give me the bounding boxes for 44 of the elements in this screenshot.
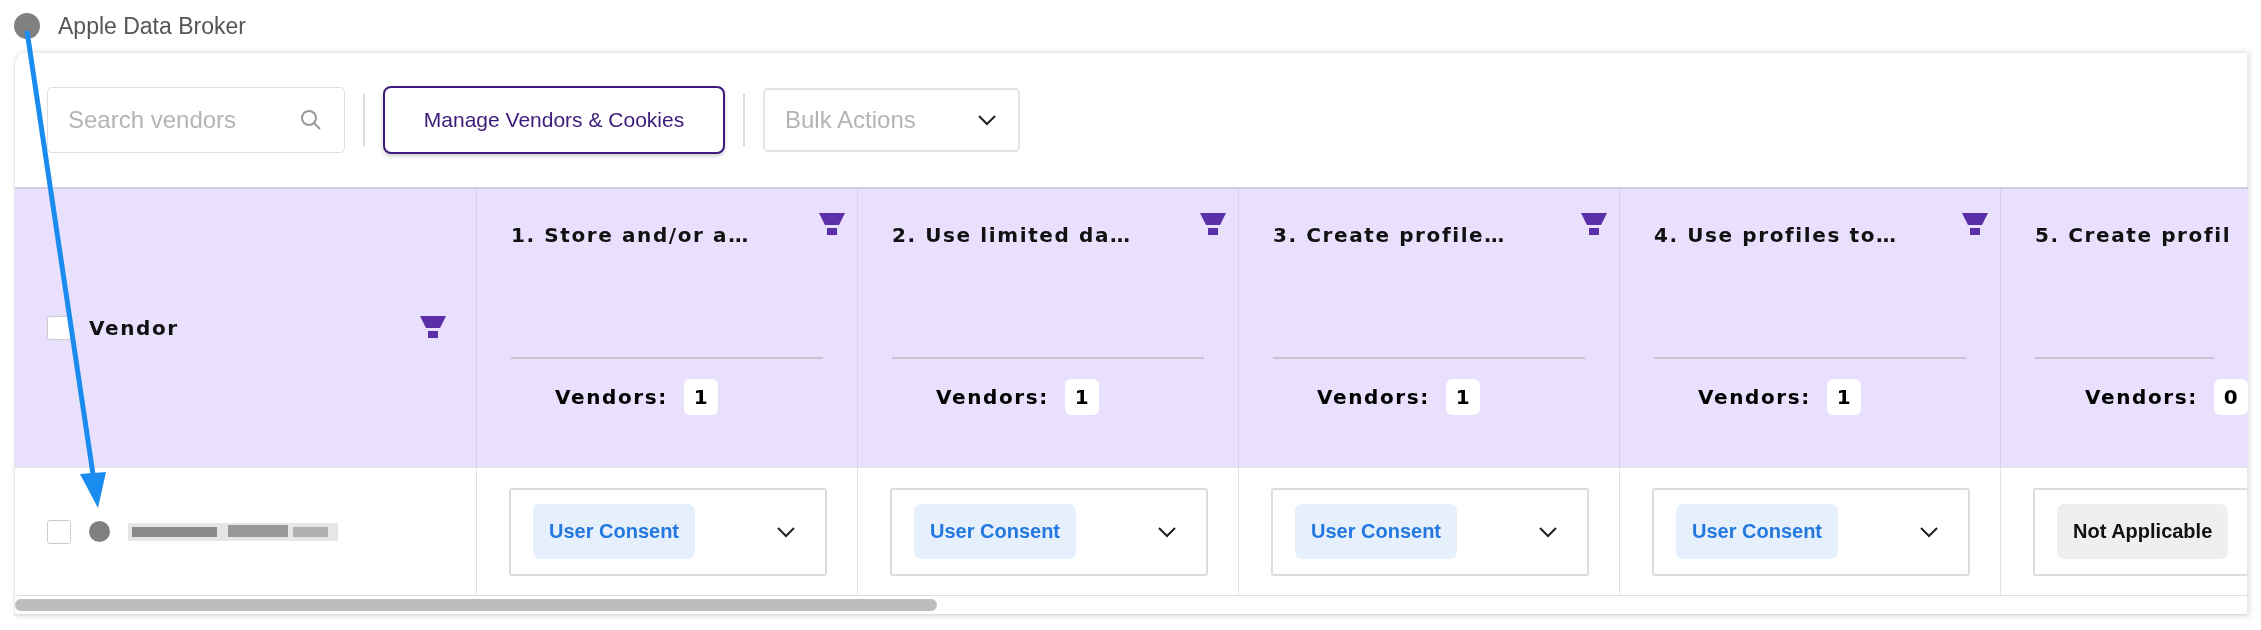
chevron-down-icon — [1920, 525, 1938, 538]
column-header: 3. Create profile… — [1273, 223, 1506, 247]
column-header: Vendor — [89, 316, 180, 340]
vendors-label: Vendors: — [1698, 385, 1811, 409]
vendors-label: Vendors: — [1317, 385, 1430, 409]
vendors-label: Vendors: — [936, 385, 1049, 409]
consent-dropdown[interactable]: Not Applicable — [2033, 487, 2248, 576]
vendors-label: Vendors: — [2085, 385, 2198, 409]
column-header: 4. Use profiles to… — [1654, 223, 1898, 247]
consent-tag: User Consent — [1676, 504, 1839, 559]
search-icon — [299, 108, 323, 132]
bulk-actions-dropdown[interactable]: Bulk Actions — [763, 88, 1020, 152]
filter-icon[interactable] — [1581, 213, 1607, 237]
checkbox[interactable] — [47, 316, 71, 340]
consent-tag: Not Applicable — [2057, 504, 2229, 559]
vendors-count: 1 — [1826, 379, 1861, 415]
checkbox[interactable] — [47, 519, 71, 544]
consent-tag: User Consent — [914, 504, 1077, 559]
consent-tag: User Consent — [1295, 504, 1458, 559]
filter-icon[interactable] — [420, 316, 446, 340]
chevron-down-icon — [777, 525, 795, 538]
consent-dropdown[interactable]: User Consent — [1652, 487, 1970, 576]
vendors-count: 1 — [683, 379, 718, 415]
vendors-count: 1 — [1445, 379, 1480, 415]
filter-icon[interactable] — [1962, 213, 1988, 237]
manage-vendors-button[interactable]: Manage Vendors & Cookies — [383, 86, 725, 154]
vendors-label: Vendors: — [555, 385, 668, 409]
search-field[interactable]: Search vendors — [47, 87, 345, 153]
consent-tag: User Consent — [533, 504, 696, 559]
chevron-down-icon — [1539, 525, 1557, 538]
column-header: 5. Create profil — [2035, 223, 2232, 247]
filter-icon[interactable] — [819, 213, 845, 237]
consent-dropdown[interactable]: User Consent — [1271, 487, 1589, 576]
chevron-down-icon — [978, 114, 996, 126]
column-header: 2. Use limited da… — [892, 223, 1132, 247]
vendors-count: 1 — [1064, 379, 1099, 415]
vendors-count: 0 — [2213, 379, 2248, 415]
filter-icon[interactable] — [1200, 213, 1226, 237]
consent-dropdown[interactable]: User Consent — [890, 487, 1208, 576]
column-header: 1. Store and/or a… — [511, 223, 750, 247]
broker-name: Apple Data Broker — [58, 12, 246, 40]
horizontal-scrollbar[interactable] — [15, 595, 2247, 615]
consent-dropdown[interactable]: User Consent — [509, 487, 827, 576]
chevron-down-icon — [1158, 525, 1176, 538]
